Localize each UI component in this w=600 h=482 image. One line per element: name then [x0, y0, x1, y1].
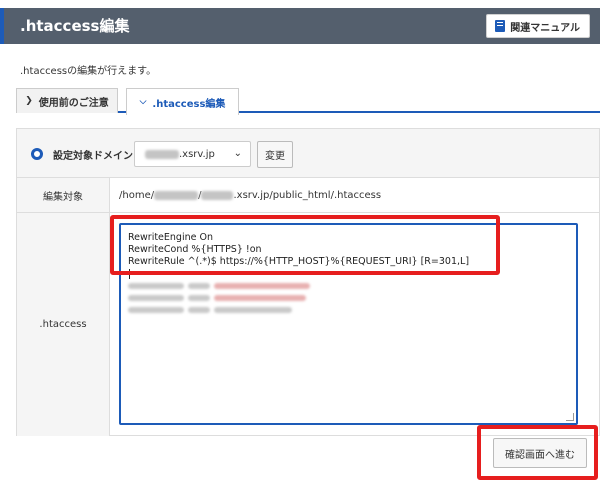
manual-button[interactable]: 関連マニュアル — [486, 14, 590, 38]
chevron-right-icon: ❯ — [25, 96, 33, 106]
blurred-domain — [145, 149, 179, 159]
chevron-down-icon: ⌄ — [233, 148, 242, 159]
htaccess-form: 設定対象ドメイン .xsrv.jp ⌄ 変更 編集対象 /home/ / .xs… — [16, 128, 600, 436]
book-icon — [495, 20, 506, 32]
domain-label: 設定対象ドメイン — [53, 151, 133, 162]
page-title: .htaccess編集 — [20, 17, 130, 35]
chevron-down-icon: ⌵ — [139, 97, 147, 107]
highlight-code-box — [110, 215, 500, 275]
blurred-code-line — [128, 292, 576, 304]
highlight-button-box — [477, 425, 598, 480]
target-path-suffix: .xsrv.jp/public_html/.htaccess — [233, 189, 382, 201]
target-path-prefix: /home/ — [119, 189, 155, 201]
target-label: 編集対象 — [17, 178, 110, 212]
radio-selected-icon[interactable] — [31, 148, 43, 160]
header-accent — [0, 8, 4, 44]
manual-button-label: 関連マニュアル — [510, 22, 580, 34]
tab-label: .htaccess編集 — [152, 98, 226, 110]
blurred-code-line — [128, 304, 576, 316]
domain-suffix: .xsrv.jp — [179, 148, 215, 160]
tab-label: 使用前のご注意 — [38, 97, 109, 109]
tab-bar: ❯ 使用前のご注意 ⌵ .htaccess編集 — [16, 88, 600, 115]
change-button[interactable]: 変更 — [257, 141, 293, 168]
domain-row: 設定対象ドメイン .xsrv.jp ⌄ 変更 — [17, 129, 599, 178]
tab-htaccess-edit[interactable]: ⌵ .htaccess編集 — [126, 88, 239, 115]
page-header: .htaccess編集 関連マニュアル — [0, 8, 600, 44]
page-description: .htaccessの編集が行えます。 — [20, 66, 157, 77]
target-row: 編集対象 /home/ / .xsrv.jp/public_html/.htac… — [17, 178, 599, 213]
resize-handle[interactable] — [566, 413, 574, 421]
blurred-code-line — [128, 280, 576, 292]
blurred-path-segment — [201, 190, 234, 200]
target-path: /home/ / .xsrv.jp/public_html/.htaccess — [111, 178, 599, 212]
tab-precautions[interactable]: ❯ 使用前のご注意 — [16, 88, 118, 113]
blurred-path-segment — [154, 190, 199, 200]
htaccess-label: .htaccess — [17, 213, 110, 436]
domain-select[interactable]: .xsrv.jp ⌄ — [134, 141, 251, 167]
